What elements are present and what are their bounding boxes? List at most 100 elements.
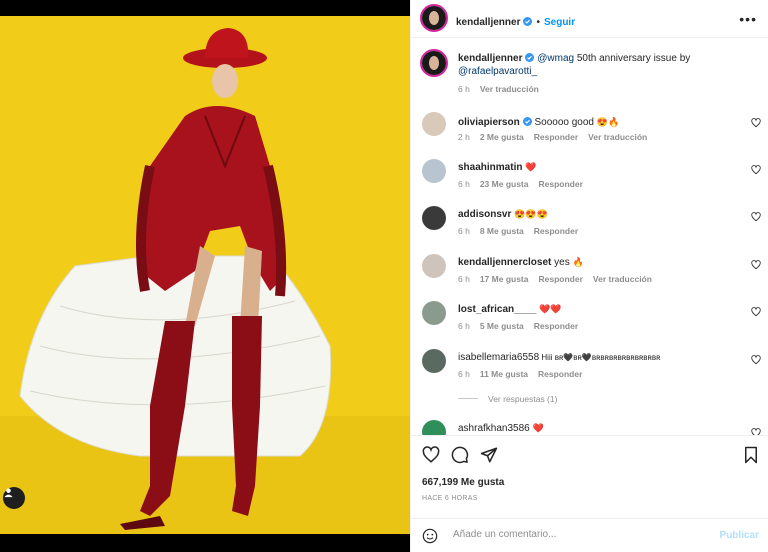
comment-text: lost_african____ ❤️❤️ bbox=[458, 303, 738, 316]
like-heart-icon[interactable] bbox=[422, 446, 440, 464]
caption-text: kendalljenner @wmag 50th anniversary iss… bbox=[458, 52, 738, 78]
comment-body: Hiii ʙʀ🖤ʙʀ🖤ʙʀʙʀʙʀʙʀʙʀʙʀʙʀʙʀ bbox=[539, 353, 661, 362]
avatar-image bbox=[422, 6, 446, 30]
comment-row: lost_african____ ❤️❤️ 6 h 5 Me gusta Respo… bbox=[411, 301, 768, 341]
view-replies-link[interactable]: Ver respuestas (1) bbox=[458, 394, 557, 404]
commenter-avatar[interactable] bbox=[422, 301, 446, 325]
like-comment-heart-icon[interactable] bbox=[751, 118, 761, 128]
comment-body: Sooooo good bbox=[531, 117, 597, 128]
like-comment-heart-icon[interactable] bbox=[751, 165, 761, 175]
like-comment-heart-icon[interactable] bbox=[751, 260, 761, 270]
commenter-username[interactable]: ashrafkhan3586 bbox=[458, 423, 530, 434]
caption-avatar[interactable] bbox=[420, 49, 448, 77]
comment-likes[interactable]: 23 Me gusta bbox=[480, 179, 529, 189]
save-bookmark-icon[interactable] bbox=[743, 446, 759, 464]
post-panel: kendalljenner • Seguir ••• kendalljenner @… bbox=[410, 0, 768, 552]
emoji: ❤️ bbox=[525, 162, 537, 172]
emoji: ❤️ bbox=[550, 304, 562, 314]
tagged-users-button[interactable] bbox=[3, 487, 25, 509]
commenter-username[interactable]: isabellemaria6558 bbox=[458, 352, 539, 363]
follow-button[interactable]: Seguir bbox=[544, 17, 575, 28]
comment-likes[interactable]: 8 Me gusta bbox=[480, 226, 524, 236]
commenter-username[interactable]: lost_african____ bbox=[458, 304, 536, 315]
reply-button[interactable]: Responder bbox=[538, 369, 582, 379]
commenter-username[interactable]: kendalljennercloset bbox=[458, 257, 551, 268]
reply-button[interactable]: Responder bbox=[534, 321, 578, 331]
commenter-avatar[interactable] bbox=[422, 206, 446, 230]
likes-count[interactable]: 667,199 Me gusta bbox=[422, 477, 504, 488]
publish-button[interactable]: Publicar bbox=[720, 530, 759, 541]
emoji-smiley-icon[interactable] bbox=[422, 528, 438, 544]
commenter-username[interactable]: shaahinmatin bbox=[458, 162, 522, 173]
like-comment-heart-icon[interactable] bbox=[751, 212, 761, 222]
emoji: 😍 bbox=[536, 209, 548, 219]
mention-link[interactable]: @rafaelpavarotti_ bbox=[458, 66, 537, 77]
comment-time: 2 h bbox=[458, 132, 470, 142]
reply-button[interactable]: Responder bbox=[534, 226, 578, 236]
separator-dot: • bbox=[536, 17, 540, 28]
comment-likes[interactable]: 17 Me gusta bbox=[480, 274, 529, 284]
post-photo[interactable] bbox=[0, 16, 410, 534]
commenter-avatar[interactable] bbox=[422, 349, 446, 373]
comment-meta: 6 h 5 Me gusta Responder bbox=[458, 321, 588, 331]
comment-icon[interactable] bbox=[451, 446, 469, 464]
comment-row: addisonsvr 😍😍😍 6 h8 Me gusta Responder bbox=[411, 206, 768, 246]
comment-meta: 6 h 11 Me gusta Responder bbox=[458, 369, 592, 379]
comment-text: shaahinmatin ❤️ bbox=[458, 161, 738, 174]
caption-username[interactable]: kendalljenner bbox=[458, 53, 522, 64]
reply-button[interactable]: Responder bbox=[534, 132, 578, 142]
post-actions: 667,199 Me gusta HACE 6 HORAS bbox=[411, 435, 768, 518]
post-media bbox=[0, 0, 410, 552]
like-comment-heart-icon[interactable] bbox=[751, 355, 761, 365]
comment-row: shaahinmatin ❤️ 6 h 23 Me gusta Responder bbox=[411, 159, 768, 199]
commenter-avatar[interactable] bbox=[422, 159, 446, 183]
comment-likes[interactable]: 2 Me gusta bbox=[480, 132, 524, 142]
more-options-icon[interactable]: ••• bbox=[739, 11, 757, 27]
comment-row: isabellemaria6558 Hiii ʙʀ🖤ʙʀ🖤ʙʀʙʀʙʀʙʀʙʀʙ… bbox=[411, 349, 768, 389]
reply-button[interactable]: Responder bbox=[538, 274, 582, 284]
translate-link[interactable]: Ver traducción bbox=[480, 84, 539, 94]
commenter-avatar[interactable] bbox=[422, 420, 446, 435]
comment-time: 6 h bbox=[458, 369, 470, 379]
reply-button[interactable]: Responder bbox=[538, 179, 582, 189]
comment-meta: 6 h 23 Me gusta Responder bbox=[458, 179, 593, 189]
comments-list[interactable]: kendalljenner @wmag 50th anniversary iss… bbox=[411, 39, 768, 435]
emoji: 🔥 bbox=[572, 257, 584, 267]
translate-link[interactable]: Ver traducción bbox=[588, 132, 647, 142]
author-username[interactable]: kendalljenner bbox=[456, 17, 520, 28]
comment-row: ashrafkhan3586 ❤️ bbox=[411, 420, 768, 435]
like-comment-heart-icon[interactable] bbox=[751, 307, 761, 317]
fashion-photo-illustration bbox=[0, 16, 410, 534]
comment-likes[interactable]: 5 Me gusta bbox=[480, 321, 524, 331]
comment-text: addisonsvr 😍😍😍 bbox=[458, 208, 738, 221]
mention-link[interactable]: @wmag bbox=[537, 53, 574, 64]
share-plane-icon[interactable] bbox=[480, 446, 498, 464]
comment-input[interactable] bbox=[451, 528, 705, 541]
comment-meta: 6 h 8 Me gusta Responder bbox=[458, 226, 588, 236]
comment-text: oliviapierson Sooooo good 😍🔥 bbox=[458, 116, 738, 129]
comment-time: 6 h bbox=[458, 179, 470, 189]
emoji: 🔥 bbox=[607, 117, 620, 127]
commenter-avatar[interactable] bbox=[422, 254, 446, 278]
caption-meta: 6 h Ver traducción bbox=[458, 84, 549, 94]
replies-divider bbox=[458, 398, 478, 399]
commenter-avatar[interactable] bbox=[422, 112, 446, 136]
author-avatar[interactable] bbox=[420, 4, 448, 32]
comment-meta: 2 h 2 Me gusta Responder Ver traducción bbox=[458, 132, 657, 142]
post-header: kendalljenner • Seguir ••• bbox=[411, 0, 768, 38]
commenter-username[interactable]: oliviapierson bbox=[458, 117, 520, 128]
commenter-username[interactable]: addisonsvr bbox=[458, 209, 511, 220]
emoji: 😍 bbox=[525, 209, 537, 219]
translate-link[interactable]: Ver traducción bbox=[593, 274, 652, 284]
emoji: ❤️ bbox=[539, 304, 551, 314]
verified-badge-icon bbox=[522, 117, 532, 126]
comment-meta: 6 h 17 Me gusta Responder Ver traducción bbox=[458, 274, 662, 284]
comment-likes[interactable]: 11 Me gusta bbox=[480, 369, 528, 379]
comment-body: yes bbox=[551, 257, 573, 268]
post-timestamp: HACE 6 HORAS bbox=[422, 495, 478, 502]
add-comment-bar: Publicar bbox=[411, 518, 768, 552]
emoji: 😍 bbox=[514, 209, 526, 219]
comment-text: ashrafkhan3586 ❤️ bbox=[458, 422, 738, 435]
like-comment-heart-icon[interactable] bbox=[751, 428, 761, 435]
verified-badge-icon bbox=[523, 17, 533, 26]
